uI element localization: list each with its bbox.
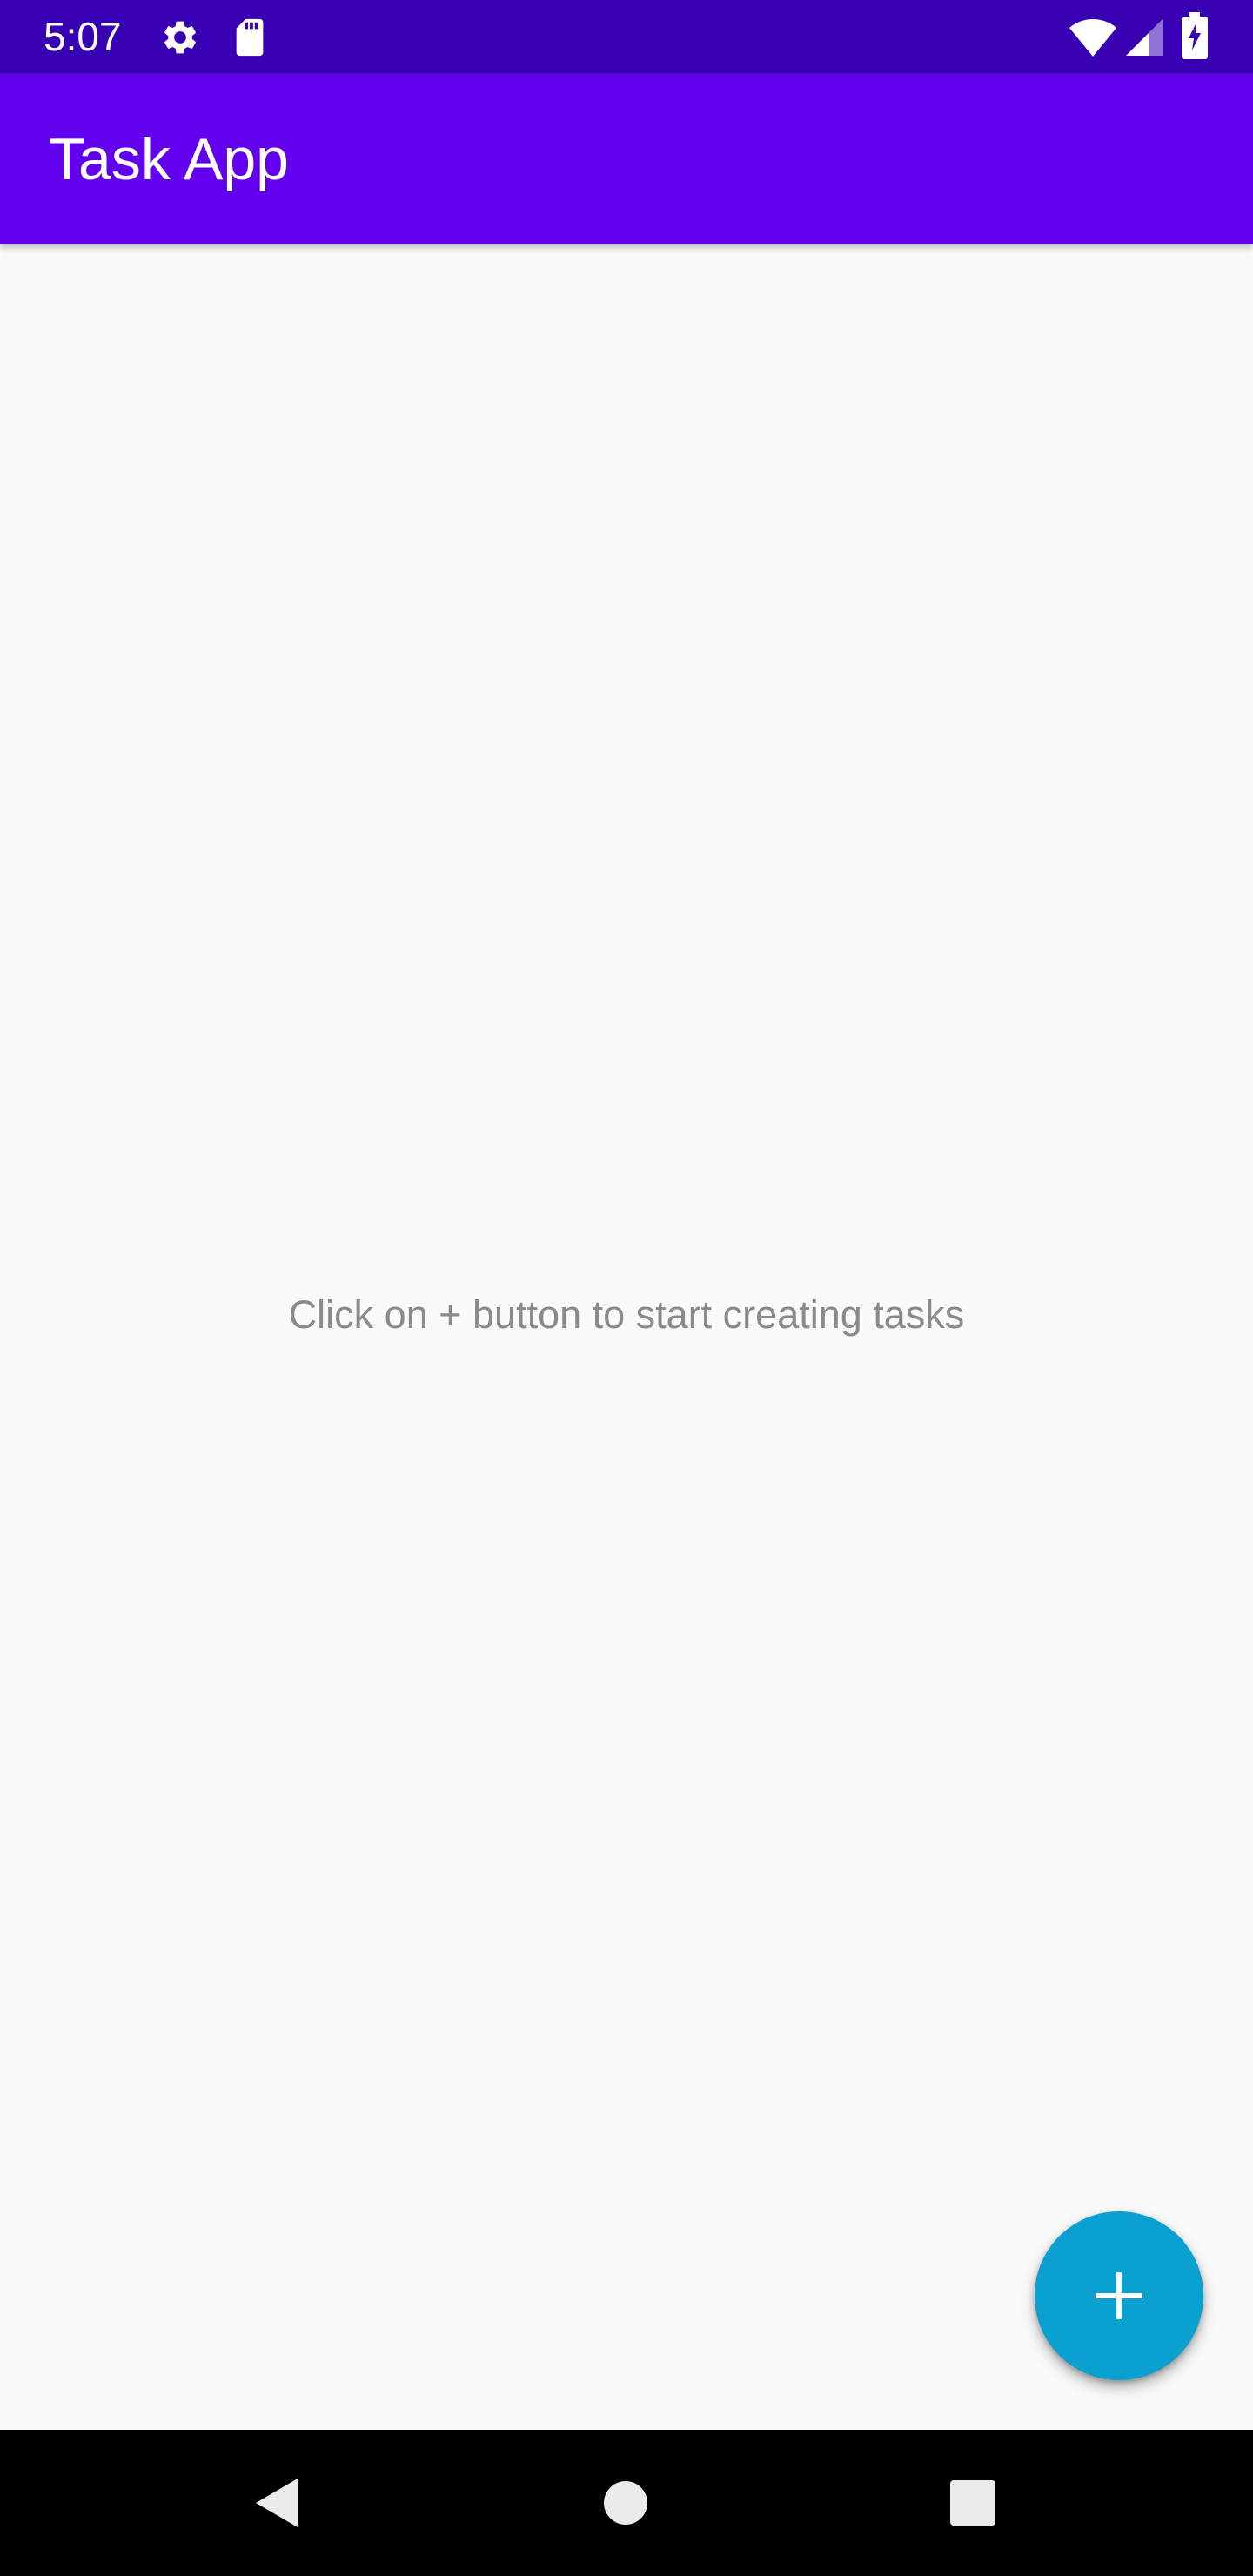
gear-icon (164, 21, 196, 54)
add-task-button[interactable] (1035, 2211, 1203, 2380)
screen: 5:07 Task App Click on + button to start… (0, 0, 1253, 2576)
signal-icon (1126, 19, 1163, 56)
back-icon[interactable] (240, 2466, 313, 2539)
wifi-icon (1069, 19, 1116, 57)
status-bar: 5:07 (0, 0, 1253, 73)
task-list-empty-state: Click on + button to start creating task… (0, 244, 1253, 2430)
empty-state-message: Click on + button to start creating task… (288, 1292, 965, 1337)
recents-icon[interactable] (936, 2466, 1009, 2539)
app-title: Task App (49, 126, 289, 192)
battery-charging-icon (1182, 12, 1208, 59)
sd-card-icon (236, 18, 264, 57)
home-icon[interactable] (589, 2466, 662, 2539)
plus-icon (1096, 2272, 1142, 2319)
navigation-bar (0, 2430, 1253, 2576)
status-time: 5:07 (44, 14, 122, 59)
app-bar: Task App (0, 73, 1253, 244)
